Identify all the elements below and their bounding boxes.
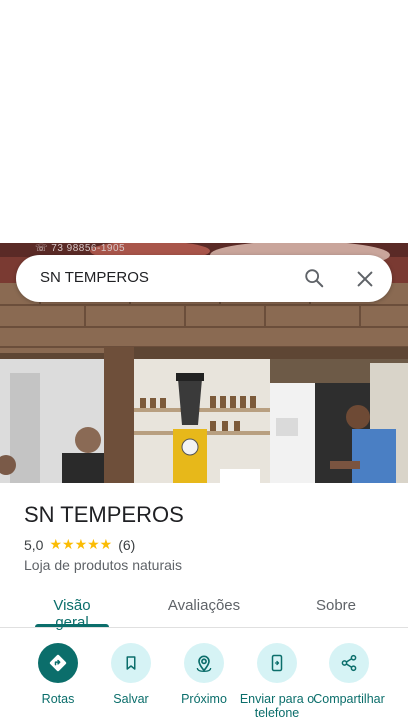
close-icon[interactable] bbox=[354, 268, 376, 290]
tab-about[interactable]: Sobre bbox=[306, 597, 366, 614]
photo-phone-text: ☏ 73 98856-1905 bbox=[35, 243, 126, 254]
bookmark-icon bbox=[111, 643, 151, 683]
place-title: SN TEMPEROS bbox=[24, 502, 184, 527]
active-tab-indicator bbox=[35, 624, 109, 627]
review-count: (6) bbox=[118, 536, 136, 553]
tab-bar: Visão geral Avaliações Sobre bbox=[0, 585, 408, 631]
nearby-icon bbox=[184, 643, 224, 683]
directions-label: Rotas bbox=[41, 692, 75, 706]
send-to-phone-label: Enviar para o telefone bbox=[239, 692, 315, 720]
share-icon bbox=[329, 643, 369, 683]
search-icon[interactable] bbox=[303, 267, 325, 289]
save-label: Salvar bbox=[113, 692, 149, 706]
directions-icon bbox=[38, 643, 78, 683]
action-buttons: Rotas Salvar Próximo Enviar para o telef… bbox=[0, 643, 408, 726]
search-input[interactable]: SN TEMPEROS bbox=[40, 269, 149, 286]
nearby-button[interactable]: Próximo bbox=[164, 643, 244, 706]
place-category: Loja de produtos naturais bbox=[24, 557, 182, 573]
save-button[interactable]: Salvar bbox=[91, 643, 171, 706]
share-label: Compartilhar bbox=[313, 692, 385, 706]
directions-button[interactable]: Rotas bbox=[18, 643, 98, 706]
map-blank-area bbox=[0, 0, 408, 243]
send-to-phone-icon bbox=[257, 643, 297, 683]
send-to-phone-button[interactable]: Enviar para o telefone bbox=[237, 643, 317, 720]
rating-value: 5,0 bbox=[24, 536, 44, 553]
place-details-sheet: SN TEMPEROS 5,0 ★★★★★ (6) Loja de produt… bbox=[0, 483, 408, 726]
star-rating-icon: ★★★★★ bbox=[49, 536, 113, 552]
nearby-label: Próximo bbox=[181, 692, 227, 706]
rating-row[interactable]: 5,0 ★★★★★ (6) bbox=[24, 536, 135, 553]
share-button[interactable]: Compartilhar bbox=[309, 643, 389, 706]
tab-reviews[interactable]: Avaliações bbox=[164, 597, 244, 614]
search-bar[interactable]: SN TEMPEROS bbox=[16, 255, 392, 302]
